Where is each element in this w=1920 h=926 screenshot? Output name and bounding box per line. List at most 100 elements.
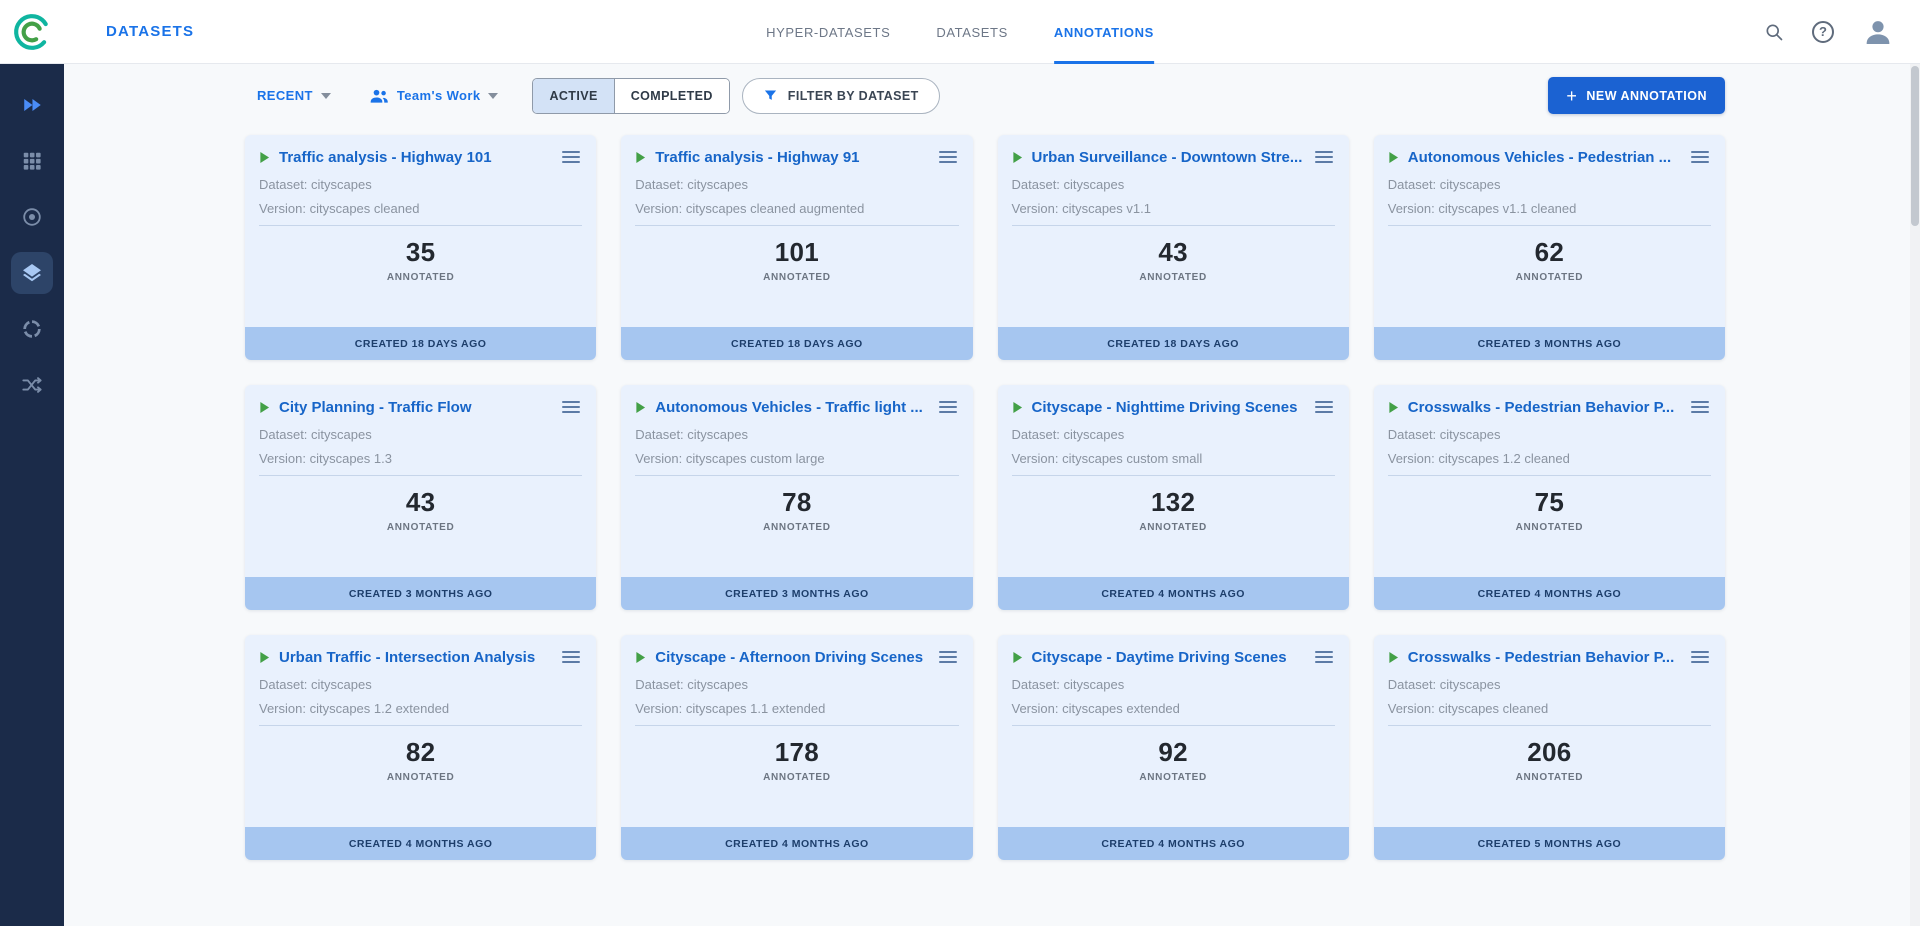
avatar[interactable]	[1862, 16, 1894, 48]
annotation-card[interactable]: Cityscape - Daytime Driving Scenes Datas…	[998, 635, 1349, 860]
play-icon[interactable]	[1012, 401, 1023, 414]
card-title[interactable]: Crosswalks - Pedestrian Behavior P...	[1408, 649, 1680, 666]
annotated-count: 92	[1012, 737, 1335, 768]
annotation-card[interactable]: Cityscape - Nighttime Driving Scenes Dat…	[998, 385, 1349, 610]
annotation-card[interactable]: Traffic analysis - Highway 91 Dataset: c…	[621, 135, 972, 360]
card-title[interactable]: Autonomous Vehicles - Pedestrian ...	[1408, 149, 1680, 166]
card-version: Version: cityscapes extended	[1012, 701, 1335, 716]
play-icon[interactable]	[1012, 151, 1023, 164]
wheel-icon	[21, 318, 43, 340]
card-title[interactable]: City Planning - Traffic Flow	[279, 399, 551, 416]
annotated-count: 43	[1012, 237, 1335, 268]
annotated-count: 43	[259, 487, 582, 518]
card-title[interactable]: Traffic analysis - Highway 91	[655, 149, 927, 166]
play-icon[interactable]	[1388, 151, 1399, 164]
scrollbar-track[interactable]	[1910, 64, 1920, 926]
card-body: Autonomous Vehicles - Traffic light ... …	[621, 385, 972, 577]
menu-icon[interactable]	[1313, 648, 1335, 666]
card-divider	[1388, 725, 1711, 726]
card-body: Urban Traffic - Intersection Analysis Da…	[245, 635, 596, 827]
toggle-active-button[interactable]: ACTIVE	[533, 79, 613, 113]
sidebar-item-datasets[interactable]	[11, 140, 53, 182]
toolbar: RECENT Team's Work ACTIVE COMPLETED	[245, 77, 1725, 114]
annotation-card[interactable]: Autonomous Vehicles - Pedestrian ... Dat…	[1374, 135, 1725, 360]
card-title[interactable]: Urban Surveillance - Downtown Stre...	[1032, 149, 1304, 166]
annotated-label: ANNOTATED	[1388, 772, 1711, 783]
sidebar-item-start[interactable]	[11, 84, 53, 126]
tab-annotations[interactable]: ANNOTATIONS	[1054, 0, 1154, 64]
card-divider	[1012, 475, 1335, 476]
menu-icon[interactable]	[1313, 148, 1335, 166]
scrollbar-thumb[interactable]	[1911, 66, 1919, 226]
card-created-badge: CREATED 4 MONTHS AGO	[998, 827, 1349, 860]
card-created-badge: CREATED 4 MONTHS AGO	[621, 827, 972, 860]
play-icon[interactable]	[259, 651, 270, 664]
sort-dropdown[interactable]: RECENT	[257, 88, 331, 103]
sidebar-item-models[interactable]	[11, 308, 53, 350]
tab-hyper-datasets[interactable]: HYPER-DATASETS	[766, 0, 890, 64]
play-icon[interactable]	[259, 151, 270, 164]
card-created-badge: CREATED 4 MONTHS AGO	[245, 827, 596, 860]
play-icon[interactable]	[635, 151, 646, 164]
menu-icon[interactable]	[1689, 148, 1711, 166]
play-icon[interactable]	[635, 651, 646, 664]
scope-dropdown[interactable]: Team's Work	[369, 88, 499, 104]
annotation-card[interactable]: Urban Surveillance - Downtown Stre... Da…	[998, 135, 1349, 360]
card-header: Traffic analysis - Highway 91	[635, 148, 958, 166]
sidebar-item-browser[interactable]	[11, 196, 53, 238]
play-icon[interactable]	[1388, 651, 1399, 664]
search-icon[interactable]	[1764, 22, 1784, 42]
card-divider	[1012, 725, 1335, 726]
layers-icon	[20, 261, 44, 285]
help-icon[interactable]: ?	[1812, 21, 1834, 43]
card-dataset: Dataset: cityscapes	[1012, 427, 1335, 442]
card-title[interactable]: Cityscape - Daytime Driving Scenes	[1032, 649, 1304, 666]
filter-by-dataset-button[interactable]: FILTER BY DATASET	[742, 78, 940, 114]
menu-icon[interactable]	[937, 648, 959, 666]
card-dataset: Dataset: cityscapes	[259, 427, 582, 442]
card-created-badge: CREATED 18 DAYS AGO	[621, 327, 972, 360]
menu-icon[interactable]	[1689, 648, 1711, 666]
annotated-count: 132	[1012, 487, 1335, 518]
menu-icon[interactable]	[560, 648, 582, 666]
card-dataset: Dataset: cityscapes	[1388, 427, 1711, 442]
main-tabs: HYPER-DATASETS DATASETS ANNOTATIONS	[766, 0, 1154, 64]
card-title[interactable]: Urban Traffic - Intersection Analysis	[279, 649, 551, 666]
menu-icon[interactable]	[937, 148, 959, 166]
status-toggle: ACTIVE COMPLETED	[532, 78, 729, 114]
play-icon[interactable]	[1012, 651, 1023, 664]
annotation-card[interactable]: Crosswalks - Pedestrian Behavior P... Da…	[1374, 385, 1725, 610]
card-title[interactable]: Crosswalks - Pedestrian Behavior P...	[1408, 399, 1680, 416]
menu-icon[interactable]	[560, 398, 582, 416]
toggle-completed-button[interactable]: COMPLETED	[614, 79, 729, 113]
annotation-card[interactable]: Crosswalks - Pedestrian Behavior P... Da…	[1374, 635, 1725, 860]
annotation-card[interactable]: Cityscape - Afternoon Driving Scenes Dat…	[621, 635, 972, 860]
annotation-card[interactable]: Traffic analysis - Highway 101 Dataset: …	[245, 135, 596, 360]
menu-icon[interactable]	[1313, 398, 1335, 416]
annotation-card[interactable]: Autonomous Vehicles - Traffic light ... …	[621, 385, 972, 610]
annotation-card[interactable]: Urban Traffic - Intersection Analysis Da…	[245, 635, 596, 860]
card-title[interactable]: Traffic analysis - Highway 101	[279, 149, 551, 166]
annotation-card[interactable]: City Planning - Traffic Flow Dataset: ci…	[245, 385, 596, 610]
app-logo[interactable]	[0, 12, 64, 52]
sidebar-item-annotations[interactable]	[11, 252, 53, 294]
card-created-badge: CREATED 5 MONTHS AGO	[1374, 827, 1725, 860]
new-annotation-button[interactable]: + NEW ANNOTATION	[1548, 77, 1725, 114]
annotated-label: ANNOTATED	[259, 272, 582, 283]
card-dataset: Dataset: cityscapes	[635, 427, 958, 442]
card-divider	[635, 475, 958, 476]
annotated-count: 101	[635, 237, 958, 268]
tab-datasets[interactable]: DATASETS	[936, 0, 1008, 64]
menu-icon[interactable]	[937, 398, 959, 416]
play-icon[interactable]	[635, 401, 646, 414]
plus-icon: +	[1566, 87, 1577, 105]
card-title[interactable]: Autonomous Vehicles - Traffic light ...	[655, 399, 927, 416]
menu-icon[interactable]	[1689, 398, 1711, 416]
menu-icon[interactable]	[560, 148, 582, 166]
play-icon[interactable]	[259, 401, 270, 414]
card-body: Cityscape - Daytime Driving Scenes Datas…	[998, 635, 1349, 827]
play-icon[interactable]	[1388, 401, 1399, 414]
card-title[interactable]: Cityscape - Nighttime Driving Scenes	[1032, 399, 1304, 416]
card-title[interactable]: Cityscape - Afternoon Driving Scenes	[655, 649, 927, 666]
sidebar-item-pipelines[interactable]	[11, 364, 53, 406]
